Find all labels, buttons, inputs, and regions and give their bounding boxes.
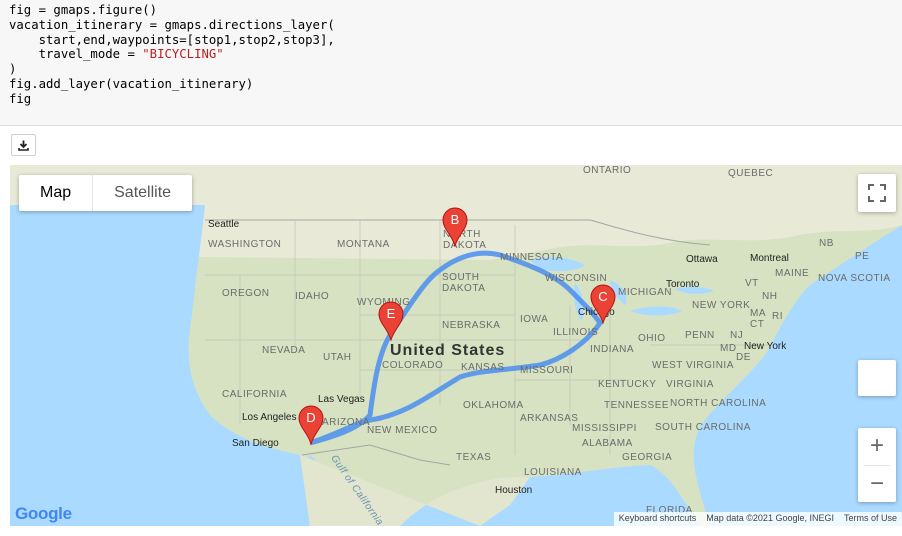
city-label: Montreal — [750, 253, 789, 264]
code-line: travel_mode = "BICYCLING" — [9, 47, 902, 62]
region-label: ARIZONA — [322, 417, 370, 428]
region-label: MICHIGAN — [618, 287, 672, 298]
region-label: NEBRASKA — [442, 320, 501, 331]
region-label: NEVADA — [262, 345, 306, 356]
region-label: TENNESSEE — [604, 400, 670, 411]
city-label: Los Angeles — [242, 412, 297, 423]
download-icon — [18, 140, 29, 151]
region-label: SOUTH — [442, 272, 480, 283]
map-marker[interactable]: D — [298, 405, 324, 446]
city-label: Houston — [495, 485, 533, 496]
map-type-control[interactable]: Map Satellite — [19, 175, 193, 211]
region-label: SOUTH CAROLINA — [655, 422, 751, 433]
keyboard-shortcuts-link[interactable]: Keyboard shortcuts — [614, 512, 702, 526]
fullscreen-icon — [868, 184, 886, 202]
region-label: NJ — [730, 330, 744, 341]
google-logo-text: Google — [15, 504, 72, 523]
region-label: VIRGINIA — [666, 379, 714, 390]
region-label: DAKOTA — [442, 283, 486, 294]
region-label: ONTARIO — [583, 165, 632, 176]
zoom-out-button[interactable]: − — [858, 466, 896, 503]
region-label: INDIANA — [590, 344, 635, 355]
region-label: NH — [762, 291, 778, 302]
map-type-map-button[interactable]: Map — [19, 175, 94, 211]
region-label: OHIO — [638, 333, 666, 344]
region-label: CT — [750, 319, 765, 330]
region-label: ARKANSAS — [520, 413, 579, 424]
region-label: DE — [736, 352, 751, 363]
marker-label: E — [386, 306, 396, 321]
region-label: PE — [855, 251, 870, 262]
terms-of-use-link[interactable]: Terms of Use — [839, 512, 902, 526]
region-label: CALIFORNIA — [222, 389, 288, 400]
region-label: ALABAMA — [582, 438, 633, 449]
street-view-button[interactable] — [858, 360, 896, 396]
region-label: NB — [819, 238, 834, 249]
city-label: Toronto — [666, 279, 700, 290]
region-label: MISSISSIPPI — [572, 423, 637, 434]
code-line: ) — [9, 62, 17, 77]
region-label: MAINE — [775, 268, 810, 279]
city-label: Seattle — [208, 219, 240, 230]
map-data-text: Map data ©2021 Google, INEGI — [706, 513, 834, 523]
map-view[interactable]: ONTARIO QUEBEC WASHINGTON MONTANA NORTH … — [10, 165, 902, 526]
country-label: United States — [390, 342, 506, 359]
region-label: MD — [720, 343, 737, 354]
region-label: PENN — [685, 330, 715, 341]
region-label: RI — [772, 311, 783, 322]
marker-label: D — [306, 410, 316, 425]
region-label: NORTH CAROLINA — [670, 398, 767, 409]
region-label: MA — [750, 308, 766, 319]
region-label: OREGON — [222, 288, 270, 299]
marker-label: B — [450, 212, 460, 227]
region-label: NEW YORK — [692, 300, 751, 311]
region-label: OKLAHOMA — [463, 400, 524, 411]
fullscreen-button[interactable] — [858, 174, 896, 212]
code-line: fig — [9, 91, 32, 106]
marker-label: C — [598, 289, 608, 304]
map-marker[interactable]: B — [442, 207, 468, 248]
region-label: WISCONSIN — [545, 273, 608, 284]
region-label: TEXAS — [456, 452, 492, 463]
code-string: "BICYCLING" — [142, 47, 224, 62]
city-label: New York — [744, 341, 787, 352]
region-label: MISSOURI — [520, 365, 574, 376]
region-label: IDAHO — [295, 291, 330, 302]
code-line: vacation_itinerary = gmaps.directions_la… — [9, 17, 335, 32]
region-label: MINNESOTA — [500, 252, 564, 263]
code-cell[interactable]: fig = gmaps.figure() vacation_itinerary … — [0, 0, 902, 126]
download-button[interactable] — [11, 134, 36, 156]
region-label: ILLINOIS — [553, 327, 599, 338]
zoom-in-button[interactable]: + — [858, 428, 896, 465]
code-line: fig.add_layer(vacation_itinerary) — [9, 76, 254, 91]
region-label: VT — [745, 278, 759, 289]
map-marker[interactable]: C — [590, 284, 616, 325]
region-label: NEW MEXICO — [367, 425, 438, 436]
google-logo: Google — [15, 504, 72, 524]
region-label: KANSAS — [461, 362, 505, 373]
region-label: WEST VIRGINIA — [652, 360, 734, 371]
city-label: Ottawa — [686, 254, 718, 265]
code-line: fig = gmaps.figure() — [9, 3, 158, 17]
zoom-control[interactable]: + − — [858, 428, 896, 502]
region-label: UTAH — [323, 352, 352, 363]
region-label: KENTUCKY — [598, 379, 657, 390]
code-text: travel_mode = — [9, 47, 143, 62]
city-label: Las Vegas — [318, 394, 365, 405]
region-label: COLORADO — [382, 360, 444, 371]
map-type-satellite-button[interactable]: Satellite — [93, 175, 192, 211]
region-label: MONTANA — [337, 239, 390, 250]
region-label: GEORGIA — [622, 452, 673, 463]
map-attribution: Keyboard shortcuts Map data ©2021 Google… — [613, 512, 902, 526]
region-label: IOWA — [520, 314, 549, 325]
city-label: San Diego — [232, 438, 279, 449]
region-label: WASHINGTON — [208, 239, 282, 250]
region-label: NOVA SCOTIA — [818, 273, 891, 284]
region-label: QUEBEC — [728, 168, 774, 179]
map-marker[interactable]: E — [378, 301, 404, 342]
region-label: LOUISIANA — [524, 467, 582, 478]
code-line: start,end,waypoints=[stop1,stop2,stop3], — [9, 32, 335, 47]
